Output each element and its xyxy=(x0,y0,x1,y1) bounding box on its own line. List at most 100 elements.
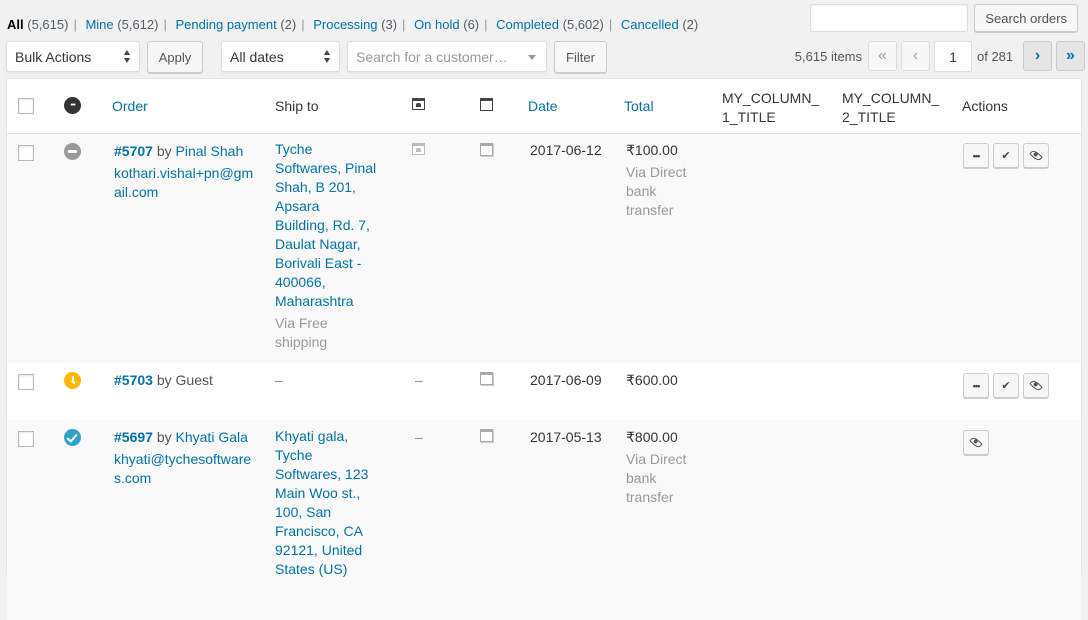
separator: | xyxy=(402,17,406,32)
order-number-link[interactable]: #5707 xyxy=(114,143,153,159)
bulk-actions-select[interactable]: Bulk Actions xyxy=(6,41,140,72)
select-all-checkbox[interactable] xyxy=(18,98,34,114)
filter-processing[interactable]: Processing (3) xyxy=(313,17,397,32)
order-total: ₹600.00 xyxy=(626,372,678,388)
prev-page-button: ‹ xyxy=(901,41,930,71)
filter-mine[interactable]: Mine (5,612) xyxy=(85,17,158,32)
filter-button[interactable]: Filter xyxy=(554,41,607,73)
customer-link[interactable]: Khyati Gala xyxy=(176,429,248,445)
separator: | xyxy=(484,17,488,32)
total-cell: ₹100.00 Via Direct bank transfer xyxy=(626,141,716,220)
complete-action-button[interactable]: ✔ xyxy=(993,373,1019,398)
pending-status-icon xyxy=(64,372,81,389)
items-count: 5,615 items xyxy=(794,49,862,64)
order-date: 2017-06-09 xyxy=(530,372,602,388)
billing-address-icon[interactable] xyxy=(412,143,425,155)
select-arrows-icon xyxy=(324,50,331,63)
notes-icon xyxy=(480,143,493,156)
row-checkbox[interactable] xyxy=(18,431,34,447)
processing-action-button[interactable]: ••• xyxy=(963,143,989,168)
checkmark-icon: ✔ xyxy=(1001,150,1011,162)
date-filter-select[interactable]: All dates xyxy=(221,41,340,72)
column-date[interactable]: Date xyxy=(528,98,558,114)
customer-name: Guest xyxy=(175,372,213,388)
notes-column-icon xyxy=(480,98,493,111)
filter-cancelled[interactable]: Cancelled (2) xyxy=(621,17,698,32)
order-total: ₹100.00 xyxy=(626,142,678,158)
bulk-actions-value: Bulk Actions xyxy=(15,48,92,65)
view-action-button[interactable] xyxy=(1023,143,1049,168)
customer-search-select[interactable]: Search for a customer… xyxy=(347,41,547,72)
separator: | xyxy=(73,17,77,32)
orders-table: Order Ship to Date Total MY_COLUMN_1_TIT… xyxy=(6,78,1082,620)
last-page-button[interactable]: » xyxy=(1056,41,1085,71)
payment-method: Via Direct bank transfer xyxy=(626,451,687,505)
more-dots-icon: ••• xyxy=(972,380,981,391)
filter-pending-payment[interactable]: Pending payment (2) xyxy=(176,17,297,32)
customer-email-link[interactable]: kothari.vishal+pn@gmail.com xyxy=(114,164,259,202)
billing-address-column-icon xyxy=(412,98,425,110)
column-my-column-1: MY_COLUMN_ 1_TITLE xyxy=(722,90,820,125)
status-column-icon xyxy=(64,97,81,114)
next-page-button[interactable]: › xyxy=(1023,41,1052,71)
order-cell: #5707 by Pinal Shah kothari.vishal+pn@gm… xyxy=(114,142,259,202)
page-scroll-edge xyxy=(1082,78,1088,575)
search-orders-button[interactable]: Search orders xyxy=(974,4,1078,32)
filter-on-hold[interactable]: On hold (6) xyxy=(414,17,479,32)
notes-icon xyxy=(480,372,493,385)
table-row[interactable]: #5703 by Guest – – 2017-06-09 ₹600.00 ••… xyxy=(7,363,1081,420)
separator: | xyxy=(301,17,305,32)
first-page-button: « xyxy=(868,41,897,71)
order-cell: #5697 by Khyati Gala khyati@tychesoftwar… xyxy=(114,428,259,488)
complete-action-button[interactable]: ✔ xyxy=(993,143,1019,168)
order-number-link[interactable]: #5697 xyxy=(114,429,153,445)
search-orders-input[interactable] xyxy=(810,4,969,32)
table-row[interactable]: #5707 by Pinal Shah kothari.vishal+pn@gm… xyxy=(7,134,1081,363)
view-action-button[interactable] xyxy=(1023,373,1049,398)
filter-completed[interactable]: Completed (5,602) xyxy=(496,17,604,32)
current-page-input[interactable]: 1 xyxy=(934,41,972,72)
table-row[interactable]: #5697 by Khyati Gala khyati@tychesoftwar… xyxy=(7,420,1081,620)
apply-button[interactable]: Apply xyxy=(147,41,203,73)
double-chevron-left-icon: « xyxy=(878,47,887,64)
customer-email-link[interactable]: khyati@tychesoftwares.com xyxy=(114,450,259,488)
customer-search-placeholder: Search for a customer… xyxy=(356,48,508,65)
view-action-button[interactable] xyxy=(963,430,989,455)
search-box: Search orders xyxy=(810,4,1078,32)
order-date: 2017-05-13 xyxy=(530,429,602,445)
total-pages: of 281 xyxy=(977,49,1014,64)
column-actions: Actions xyxy=(962,98,1008,114)
order-status-filters: All (5,615) | Mine (5,612) | Pending payme… xyxy=(7,17,698,32)
column-total[interactable]: Total xyxy=(624,98,654,114)
payment-method: Via Direct bank transfer xyxy=(626,164,687,218)
row-checkbox[interactable] xyxy=(18,374,34,390)
ship-to-empty: – xyxy=(275,372,283,388)
cancelled-status-icon xyxy=(64,143,81,160)
order-number-link[interactable]: #5703 xyxy=(114,372,153,388)
table-header: Order Ship to Date Total MY_COLUMN_1_TIT… xyxy=(7,79,1081,134)
ship-to-cell: Khyati gala, Tyche Softwares, 123 Main W… xyxy=(275,427,385,579)
processing-action-button[interactable]: ••• xyxy=(963,373,989,398)
notes-icon xyxy=(480,429,493,442)
order-date: 2017-06-12 xyxy=(530,142,602,158)
column-order[interactable]: Order xyxy=(112,98,148,114)
order-cell: #5703 by Guest xyxy=(114,372,213,388)
dropdown-caret-icon xyxy=(528,55,536,60)
customer-link[interactable]: Pinal Shah xyxy=(176,143,244,159)
ship-to-cell: Tyche Softwares, Pinal Shah, B 201, Apsa… xyxy=(275,140,385,352)
separator: | xyxy=(608,17,613,32)
filter-all[interactable]: All (5,615) xyxy=(7,17,68,32)
more-dots-icon: ••• xyxy=(972,150,981,161)
total-cell: ₹800.00 Via Direct bank transfer xyxy=(626,428,716,507)
double-chevron-right-icon: » xyxy=(1066,47,1075,64)
eye-icon xyxy=(969,435,983,450)
table-nav: Bulk Actions Apply All dates Search for … xyxy=(6,41,1085,73)
shipping-address-link[interactable]: Khyati gala, Tyche Softwares, 123 Main W… xyxy=(275,428,368,577)
checkmark-icon: ✔ xyxy=(1001,380,1011,392)
column-my-column-2: MY_COLUMN_ 2_TITLE xyxy=(842,90,940,125)
order-total: ₹800.00 xyxy=(626,429,678,445)
eye-icon xyxy=(1029,148,1043,163)
row-checkbox[interactable] xyxy=(18,145,34,161)
chevron-left-icon: ‹ xyxy=(912,47,919,64)
shipping-address-link[interactable]: Tyche Softwares, Pinal Shah, B 201, Apsa… xyxy=(275,141,376,309)
